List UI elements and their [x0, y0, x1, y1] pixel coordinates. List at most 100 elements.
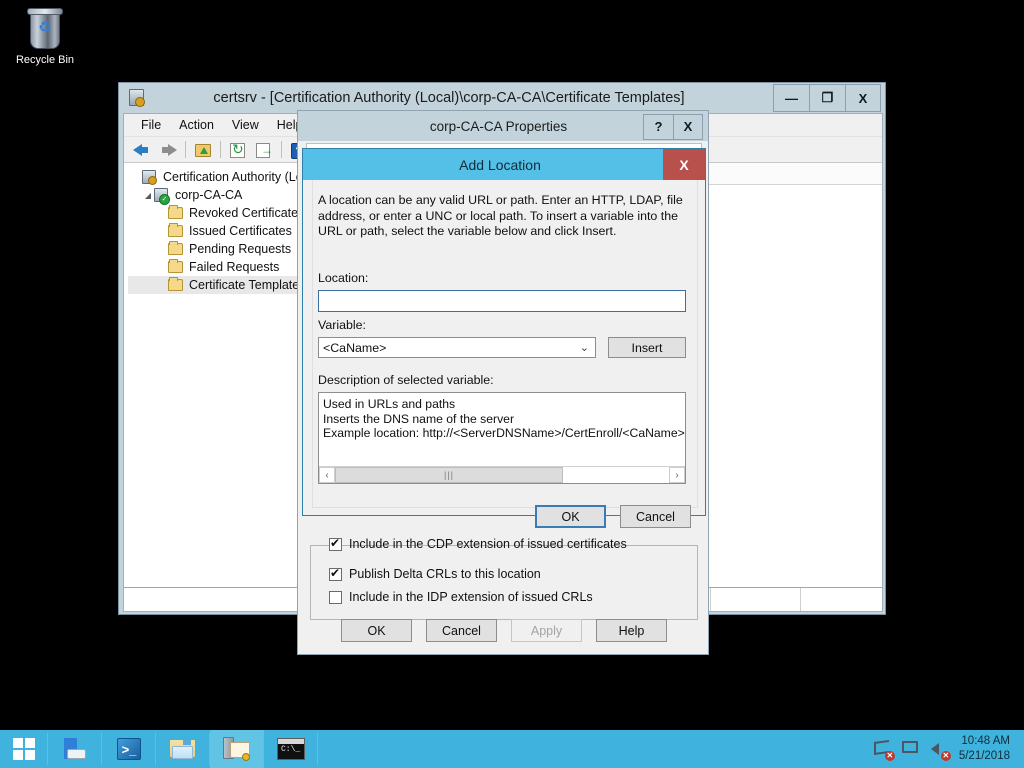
tree-item-label: Certificate Templates: [189, 278, 306, 292]
checkbox-include-idp-extension[interactable]: Include in the IDP extension of issued C…: [329, 587, 697, 607]
tree-item-corp-ca-ca[interactable]: ◢ corp-CA-CA: [128, 186, 318, 204]
tree-item-pending-requests[interactable]: Pending Requests: [128, 240, 318, 258]
insert-button[interactable]: Insert: [608, 337, 686, 358]
taskbar-item-certification-authority[interactable]: [210, 730, 264, 768]
tree-item-issued-certificates[interactable]: Issued Certificates: [128, 222, 318, 240]
back-arrow-icon[interactable]: [131, 140, 153, 160]
taskbar-item-command-prompt[interactable]: C:\_: [264, 730, 318, 768]
start-button[interactable]: [0, 730, 48, 768]
forward-arrow-icon[interactable]: [157, 140, 179, 160]
tree-item-label: corp-CA-CA: [175, 188, 242, 202]
close-icon[interactable]: X: [663, 149, 705, 180]
description-box[interactable]: Used in URLs and paths Inserts the DNS n…: [318, 392, 686, 484]
add-location-body: A location can be any valid URL or path.…: [312, 180, 698, 508]
tree-pane[interactable]: Certification Authority (Loc ◢ corp-CA-C…: [124, 163, 321, 611]
properties-titlebar[interactable]: corp-CA-CA Properties ? X: [298, 111, 708, 141]
toolbar-separator: [185, 141, 186, 158]
cancel-button[interactable]: Cancel: [620, 505, 691, 528]
up-folder-icon[interactable]: [192, 140, 214, 160]
ok-button[interactable]: OK: [341, 619, 412, 642]
help-button[interactable]: Help: [596, 619, 667, 642]
desktop-icon-label: Recycle Bin: [6, 54, 84, 66]
checkbox-box[interactable]: [329, 538, 342, 551]
recycle-bin-icon: ♻: [22, 6, 68, 52]
minimize-button[interactable]: —: [773, 84, 809, 112]
tree-item-certification-authority[interactable]: Certification Authority (Loc: [128, 168, 318, 186]
window-title: certsrv - [Certification Authority (Loca…: [125, 90, 773, 106]
network-flag-icon[interactable]: ✕: [872, 738, 894, 760]
maximize-button[interactable]: ❐: [809, 84, 845, 112]
toolbar-separator: [281, 141, 282, 158]
variable-dropdown[interactable]: <CaName> ⌄: [318, 337, 596, 358]
scrollbar-thumb[interactable]: |||: [335, 467, 563, 483]
checkbox-box[interactable]: [329, 568, 342, 581]
tree-item-certificate-templates[interactable]: Certificate Templates: [128, 276, 318, 294]
certification-authority-icon: [223, 737, 251, 761]
checkbox-include-cdp-extension[interactable]: Include in the CDP extension of issued c…: [329, 534, 697, 554]
apply-button: Apply: [511, 619, 582, 642]
checkbox-publish-delta-crls[interactable]: Publish Delta CRLs to this location: [329, 564, 697, 584]
folder-icon: [168, 225, 185, 237]
windows-start-icon: [13, 738, 35, 760]
volume-muted-icon[interactable]: ✕: [928, 738, 950, 760]
cancel-button[interactable]: Cancel: [426, 619, 497, 642]
folder-icon: [168, 261, 185, 273]
tree-item-label: Certification Authority (Loc: [163, 170, 309, 184]
close-button[interactable]: X: [845, 84, 881, 112]
taskbar-item-powershell[interactable]: >_: [102, 730, 156, 768]
ok-button[interactable]: OK: [535, 505, 606, 528]
description-label: Description of selected variable:: [318, 373, 494, 387]
command-prompt-icon: C:\_: [277, 738, 305, 760]
variable-label: Variable:: [318, 318, 366, 332]
scrollbar-track[interactable]: |||: [335, 467, 669, 483]
scroll-left-icon[interactable]: ‹: [319, 467, 335, 483]
taskbar-item-file-explorer[interactable]: [156, 730, 210, 768]
tree-item-label: Issued Certificates: [189, 224, 292, 238]
desktop-icon-recycle-bin[interactable]: ♻ Recycle Bin: [6, 6, 84, 66]
properties-button-row: OK Cancel Apply Help: [298, 619, 710, 642]
monitor-icon[interactable]: [900, 738, 922, 760]
checkbox-label: Publish Delta CRLs to this location: [349, 567, 541, 581]
help-button[interactable]: ?: [643, 114, 673, 140]
location-input-field[interactable]: [319, 291, 685, 311]
taskbar: >_ C:\_ ✕ ✕ 10:48 AM 5/21/2018: [0, 730, 1024, 768]
statusbar-cell: [711, 588, 801, 611]
folder-icon: [168, 243, 185, 255]
clock-date: 5/21/2018: [959, 749, 1010, 764]
add-location-titlebar[interactable]: Add Location X: [303, 149, 705, 180]
chevron-down-icon[interactable]: ⌄: [580, 341, 589, 354]
menu-action[interactable]: Action: [170, 116, 223, 134]
taskbar-item-server-manager[interactable]: [48, 730, 102, 768]
description-line: Used in URLs and paths: [323, 397, 685, 412]
tree-item-revoked-certificates[interactable]: Revoked Certificates: [128, 204, 318, 222]
location-input[interactable]: [318, 290, 686, 312]
horizontal-scrollbar[interactable]: ‹ ||| ›: [319, 466, 685, 483]
tree-item-label: Revoked Certificates: [189, 206, 304, 220]
instructions-text: A location can be any valid URL or path.…: [318, 193, 686, 240]
add-location-dialog[interactable]: Add Location X A location can be any val…: [302, 148, 706, 516]
tree-twisty[interactable]: ◢: [142, 191, 154, 200]
refresh-icon[interactable]: [227, 140, 249, 160]
tree-item-failed-requests[interactable]: Failed Requests: [128, 258, 318, 276]
description-line: Inserts the DNS name of the server: [323, 412, 685, 427]
certification-authority-icon: [129, 89, 145, 107]
export-list-icon[interactable]: [253, 140, 275, 160]
add-location-title: Add Location: [337, 157, 663, 173]
clock[interactable]: 10:48 AM 5/21/2018: [953, 734, 1018, 764]
tree-item-label: Failed Requests: [189, 260, 279, 274]
description-line: Example location: http://<ServerDNSName>…: [323, 426, 685, 441]
window-controls: — ❐ X: [773, 83, 885, 113]
properties-title: corp-CA-CA Properties: [354, 119, 643, 134]
menu-view[interactable]: View: [223, 116, 268, 134]
menu-file[interactable]: File: [132, 116, 170, 134]
scroll-right-icon[interactable]: ›: [669, 467, 685, 483]
clock-time: 10:48 AM: [959, 734, 1010, 749]
add-location-button-row: OK Cancel: [313, 505, 699, 528]
variable-selected-value: <CaName>: [323, 341, 386, 355]
folder-icon: [168, 279, 185, 291]
window-titlebar[interactable]: certsrv - [Certification Authority (Loca…: [119, 83, 885, 113]
checkbox-label: Include in the IDP extension of issued C…: [349, 590, 593, 604]
close-button[interactable]: X: [673, 114, 703, 140]
tree-item-label: Pending Requests: [189, 242, 291, 256]
checkbox-box[interactable]: [329, 591, 342, 604]
